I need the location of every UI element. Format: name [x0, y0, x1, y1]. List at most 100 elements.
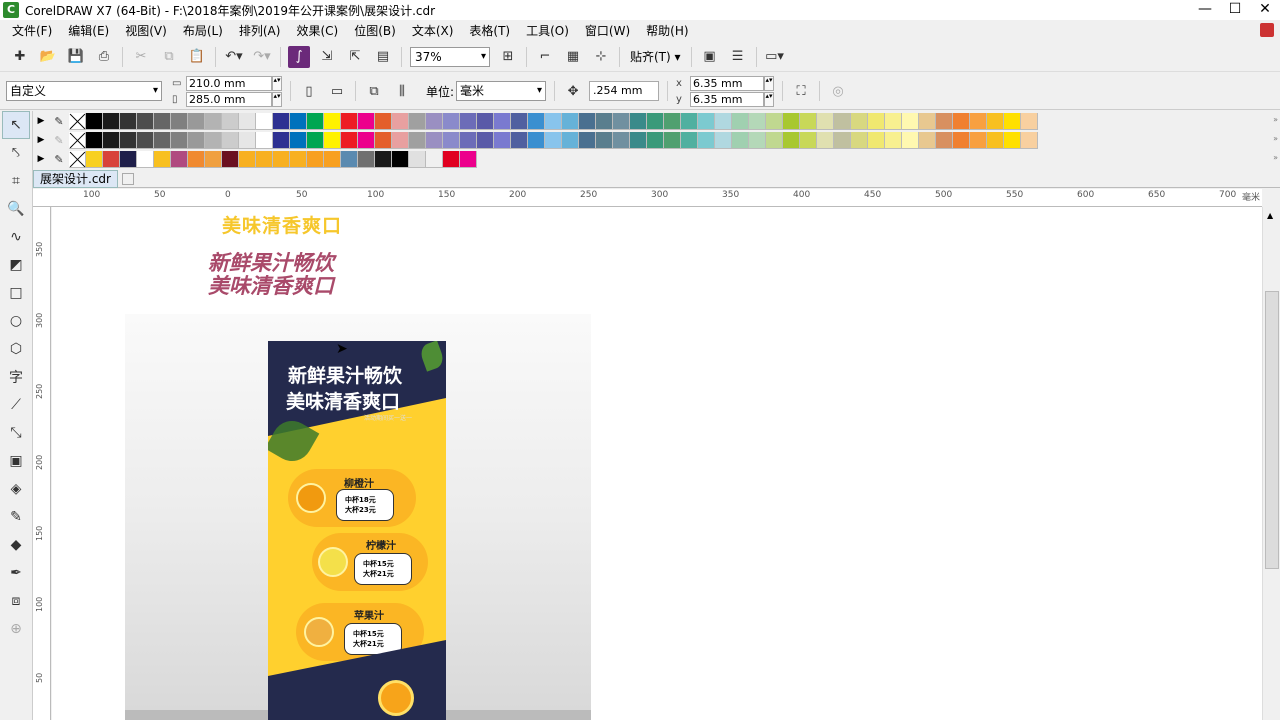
color-swatch[interactable] — [443, 150, 460, 168]
color-swatch[interactable] — [120, 112, 137, 130]
palette-eyedropper-icon[interactable]: ✎ — [49, 153, 69, 166]
color-swatch[interactable] — [987, 131, 1004, 149]
color-swatch[interactable] — [205, 112, 222, 130]
color-swatch[interactable] — [970, 112, 987, 130]
color-swatch[interactable] — [647, 112, 664, 130]
current-page-icon[interactable]: ⫼ — [391, 80, 413, 102]
menu-effects[interactable]: 效果(C) — [288, 21, 346, 41]
color-swatch[interactable] — [324, 112, 341, 130]
smart-drawing-icon[interactable]: ✒ — [2, 559, 30, 587]
color-swatch[interactable] — [613, 112, 630, 130]
no-color-swatch[interactable] — [69, 112, 86, 130]
color-swatch[interactable] — [188, 150, 205, 168]
color-swatch[interactable] — [885, 112, 902, 130]
application-launcher-icon[interactable]: ▭▾ — [764, 46, 786, 68]
page-height-field[interactable]: 285.0 mm — [186, 91, 272, 107]
color-swatch[interactable] — [562, 112, 579, 130]
color-swatch[interactable] — [460, 150, 477, 168]
color-swatch[interactable] — [256, 150, 273, 168]
color-swatch[interactable] — [885, 131, 902, 149]
rectangle-tool-icon[interactable]: □ — [2, 279, 30, 307]
color-swatch[interactable] — [290, 112, 307, 130]
crop-tool-icon[interactable]: ⌗ — [2, 167, 30, 195]
parallel-dimension-icon[interactable]: ⟋ — [2, 391, 30, 419]
scrollbar-thumb[interactable] — [1265, 291, 1279, 569]
color-swatch[interactable] — [630, 131, 647, 149]
new-document-icon[interactable]: ✚ — [9, 46, 31, 68]
color-swatch[interactable] — [749, 131, 766, 149]
document-tab[interactable]: 展架设计.cdr — [33, 169, 118, 188]
canvas-headline-yellow[interactable]: 美味清香爽口 — [222, 211, 342, 238]
drop-shadow-icon[interactable]: ▣ — [2, 447, 30, 475]
color-swatch[interactable] — [409, 150, 426, 168]
menu-window[interactable]: 窗口(W) — [577, 21, 638, 41]
no-color-swatch[interactable] — [69, 150, 86, 168]
color-swatch[interactable] — [1021, 112, 1038, 130]
color-swatch[interactable] — [460, 112, 477, 130]
color-swatch[interactable] — [392, 112, 409, 130]
color-swatch[interactable] — [868, 112, 885, 130]
copy-icon[interactable]: ⧉ — [158, 46, 180, 68]
close-button[interactable]: ✕ — [1250, 0, 1280, 20]
color-swatch[interactable] — [239, 150, 256, 168]
color-swatch[interactable] — [256, 112, 273, 130]
palette-eyedropper-icon[interactable]: ✎ — [49, 115, 69, 128]
color-swatch[interactable] — [409, 131, 426, 149]
color-swatch[interactable] — [732, 131, 749, 149]
color-swatch[interactable] — [783, 112, 800, 130]
height-spinner[interactable]: ▴▾ — [272, 91, 282, 107]
color-swatch[interactable] — [528, 131, 545, 149]
color-swatch[interactable] — [341, 131, 358, 149]
color-swatch[interactable] — [851, 112, 868, 130]
color-swatch[interactable] — [358, 112, 375, 130]
color-swatch[interactable] — [647, 131, 664, 149]
menu-tools[interactable]: 工具(O) — [518, 21, 577, 41]
dup-y-field[interactable]: 6.35 mm — [690, 91, 765, 107]
dup-x-field[interactable]: 6.35 mm — [690, 75, 765, 91]
color-swatch[interactable] — [732, 112, 749, 130]
show-rulers-icon[interactable]: ⌐ — [534, 46, 556, 68]
color-swatch[interactable] — [103, 112, 120, 130]
color-swatch[interactable] — [273, 112, 290, 130]
save-icon[interactable]: 💾 — [65, 46, 87, 68]
color-swatch[interactable] — [494, 112, 511, 130]
show-guidelines-icon[interactable]: ⊹ — [590, 46, 612, 68]
color-swatch[interactable] — [545, 112, 562, 130]
connector-tool-icon[interactable]: ⤡ — [2, 419, 30, 447]
menu-bitmaps[interactable]: 位图(B) — [346, 21, 404, 41]
menu-file[interactable]: 文件(F) — [4, 21, 60, 41]
color-swatch[interactable] — [222, 150, 239, 168]
print-icon[interactable]: ⎙ — [93, 46, 115, 68]
color-swatch[interactable] — [358, 150, 375, 168]
color-swatch[interactable] — [630, 112, 647, 130]
color-swatch[interactable] — [800, 112, 817, 130]
color-swatch[interactable] — [460, 131, 477, 149]
menu-view[interactable]: 视图(V) — [117, 21, 175, 41]
color-swatch[interactable] — [375, 131, 392, 149]
color-swatch[interactable] — [137, 112, 154, 130]
color-swatch[interactable] — [579, 112, 596, 130]
color-swatch[interactable] — [834, 112, 851, 130]
interactive-fill-icon[interactable]: ◆ — [2, 531, 30, 559]
color-swatch[interactable] — [205, 131, 222, 149]
color-swatch[interactable] — [613, 131, 630, 149]
color-swatch[interactable] — [970, 131, 987, 149]
color-swatch[interactable] — [341, 112, 358, 130]
color-swatch[interactable] — [902, 112, 919, 130]
color-swatch[interactable] — [766, 131, 783, 149]
pick-tool-icon[interactable]: ↖ — [2, 111, 30, 139]
color-swatch[interactable] — [766, 112, 783, 130]
palette-eyedropper-icon[interactable]: ✎ — [49, 134, 69, 147]
color-swatch[interactable] — [154, 150, 171, 168]
color-swatch[interactable] — [375, 150, 392, 168]
color-swatch[interactable] — [409, 112, 426, 130]
color-swatch[interactable] — [103, 150, 120, 168]
color-swatch[interactable] — [664, 131, 681, 149]
color-swatch[interactable] — [86, 131, 103, 149]
color-swatch[interactable] — [392, 131, 409, 149]
cut-icon[interactable]: ✂ — [130, 46, 152, 68]
units-select[interactable]: 毫米 — [456, 81, 547, 101]
menu-text[interactable]: 文本(X) — [404, 21, 462, 41]
color-swatch[interactable] — [443, 131, 460, 149]
palette-expand-icon[interactable]: ▶ — [33, 135, 49, 145]
